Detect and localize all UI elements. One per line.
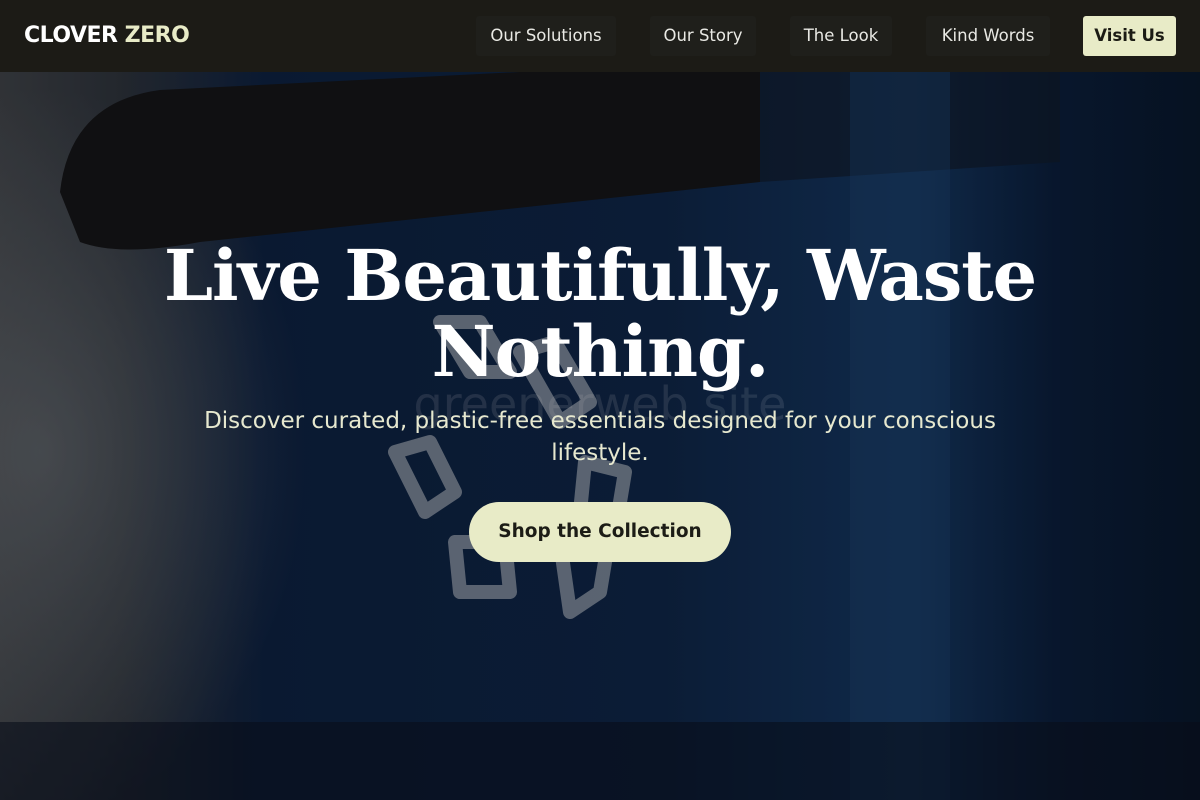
nav-our-solutions[interactable]: Our Solutions <box>476 16 616 56</box>
nav-the-look[interactable]: The Look <box>790 16 892 56</box>
visit-us-button[interactable]: Visit Us <box>1083 16 1176 56</box>
nav-our-story[interactable]: Our Story <box>650 16 756 56</box>
logo-text-primary: CLOVER <box>24 23 118 48</box>
hero-title: Live Beautifully, Waste Nothing. <box>163 234 1037 393</box>
hero-subtitle: Discover curated, plastic-free essential… <box>204 408 996 466</box>
hero-section: greenerweb.site Live Beautifully, Waste … <box>0 72 1200 800</box>
nav-kind-words[interactable]: Kind Words <box>926 16 1050 56</box>
logo-text-accent: ZERO <box>124 23 190 48</box>
shop-collection-button[interactable]: Shop the Collection <box>469 502 731 562</box>
logo[interactable]: CLOVER ZERO <box>24 22 190 50</box>
site-header: CLOVER ZERO Our Solutions Our Story The … <box>0 0 1200 72</box>
